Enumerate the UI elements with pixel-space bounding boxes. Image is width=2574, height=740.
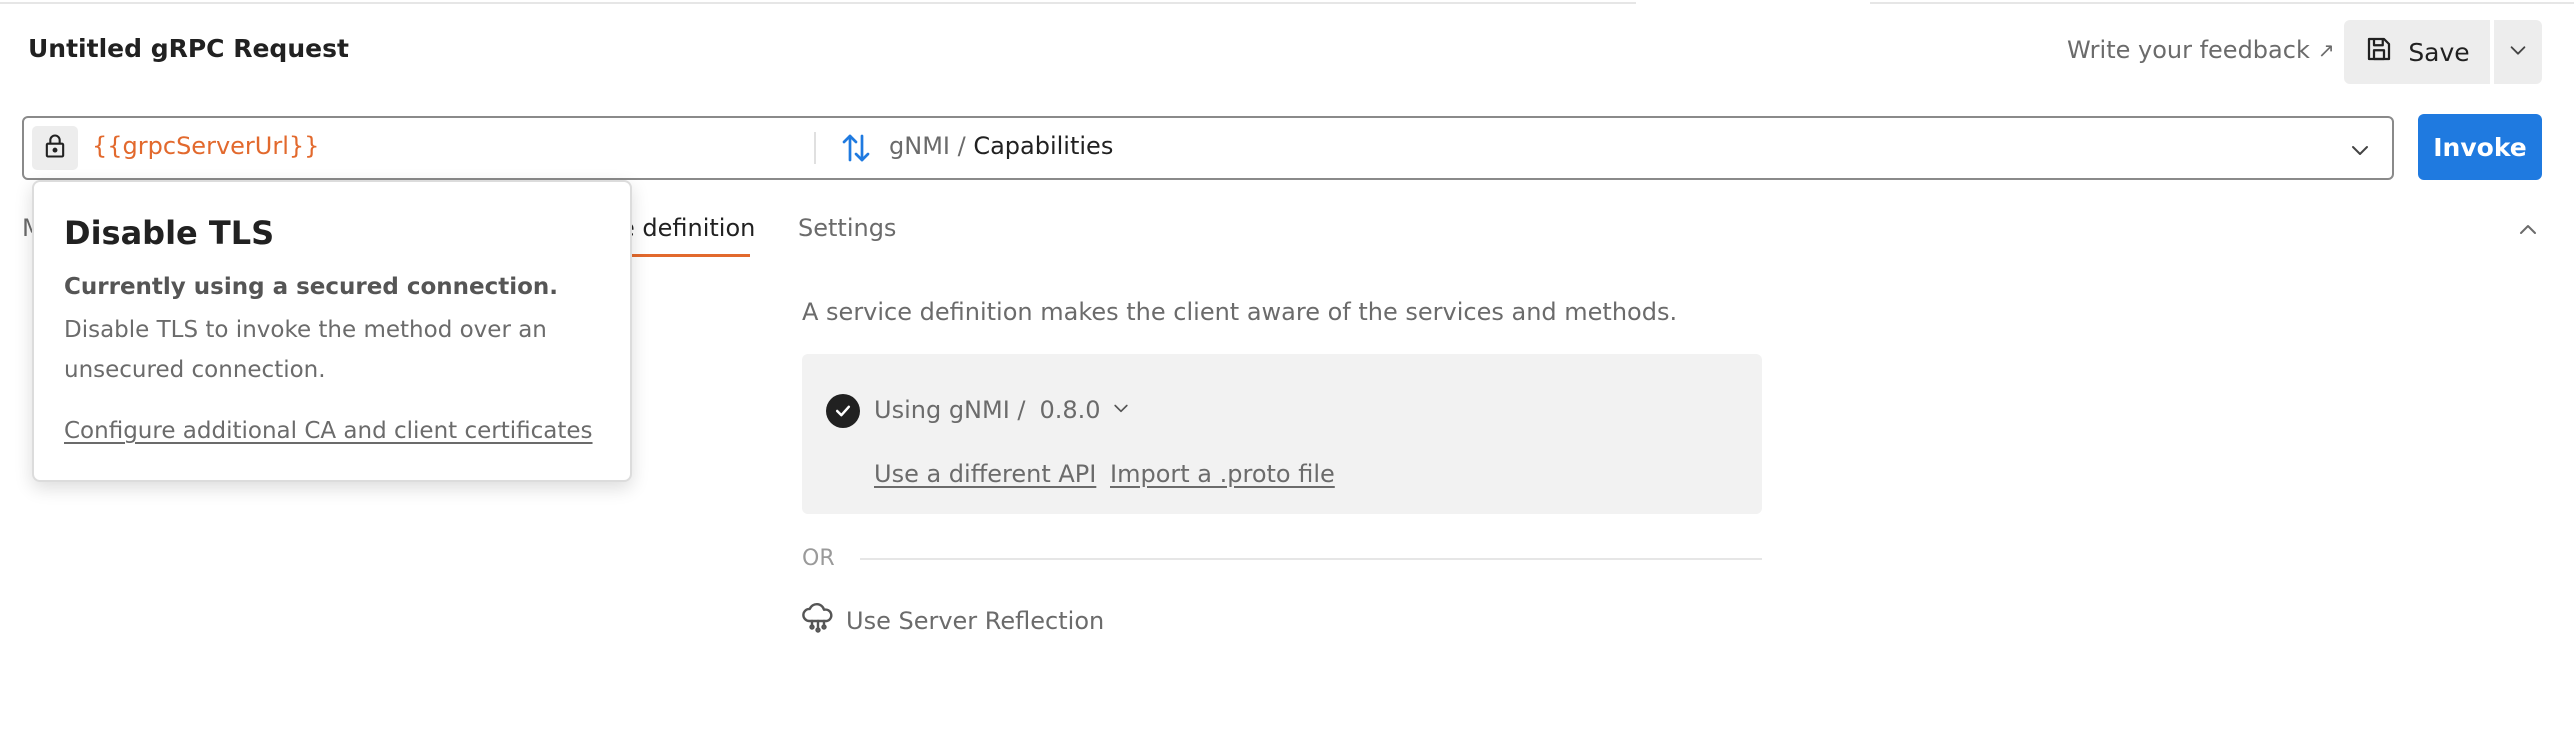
disable-tls-popover: Disable TLS Currently using a secured co…	[32, 180, 632, 482]
save-label: Save	[2408, 37, 2470, 67]
method-selector[interactable]: gNMI / Capabilities	[889, 132, 1113, 160]
using-api-label: Using gNMI /	[874, 396, 1026, 424]
save-options-button[interactable]	[2494, 20, 2542, 84]
unary-method-icon	[838, 130, 874, 170]
tab-settings[interactable]: Settings	[798, 214, 896, 242]
tab-service-definition[interactable]: e definition	[620, 214, 755, 242]
or-divider-label: OR	[802, 546, 835, 571]
url-bar: {{grpcServerUrl}} gNMI / Capabilities	[22, 116, 2394, 180]
server-url-input[interactable]: {{grpcServerUrl}}	[92, 132, 319, 160]
popover-description: Disable TLS to invoke the method over an…	[64, 317, 547, 383]
import-proto-link[interactable]: Import a .proto file	[1110, 460, 1335, 488]
configure-certificates-link[interactable]: Configure additional CA and client certi…	[64, 418, 593, 444]
popover-title: Disable TLS	[64, 214, 275, 252]
external-link-icon: ↗	[2317, 38, 2335, 62]
feedback-label: Write your feedback	[2067, 36, 2310, 64]
lock-icon	[41, 132, 69, 164]
save-button[interactable]: Save	[2344, 20, 2490, 84]
url-divider	[814, 132, 816, 164]
api-version: 0.8.0	[1039, 396, 1101, 424]
chevron-up-icon[interactable]	[2516, 218, 2540, 246]
use-different-api-link[interactable]: Use a different API	[874, 460, 1096, 488]
popover-status: Currently using a secured connection.	[64, 274, 559, 300]
tab-strip-border-right	[1870, 0, 2574, 4]
invoke-button[interactable]: Invoke	[2418, 114, 2542, 180]
chevron-down-icon	[2507, 39, 2529, 65]
server-reflection-label: Use Server Reflection	[846, 607, 1105, 635]
grpc-request-page: Untitled gRPC Request Write your feedbac…	[0, 0, 2574, 740]
request-title[interactable]: Untitled gRPC Request	[28, 34, 349, 63]
tab-strip-border	[0, 0, 1636, 4]
api-version-selector[interactable]: Using gNMI / 0.8.0	[874, 396, 1131, 424]
or-divider-line	[860, 558, 1762, 560]
chevron-down-icon	[1111, 396, 1131, 424]
floppy-disk-icon	[2364, 34, 2394, 70]
method-separator: /	[949, 132, 974, 160]
service-name: gNMI	[889, 132, 950, 160]
save-button-group: Save	[2344, 20, 2542, 84]
chevron-down-icon[interactable]	[2348, 138, 2372, 166]
feedback-link[interactable]: Write your feedback ↗	[2067, 36, 2335, 64]
check-circle-icon	[826, 394, 860, 428]
cloud-network-icon	[800, 600, 836, 642]
tls-toggle-button[interactable]	[32, 126, 78, 170]
active-tab-indicator	[620, 254, 750, 257]
method-name: Capabilities	[973, 132, 1114, 160]
server-reflection-button[interactable]: Use Server Reflection	[800, 600, 1104, 642]
service-definition-card: Using gNMI / 0.8.0 Use a different API I…	[802, 354, 1762, 514]
service-definition-description: A service definition makes the client aw…	[802, 298, 1678, 326]
